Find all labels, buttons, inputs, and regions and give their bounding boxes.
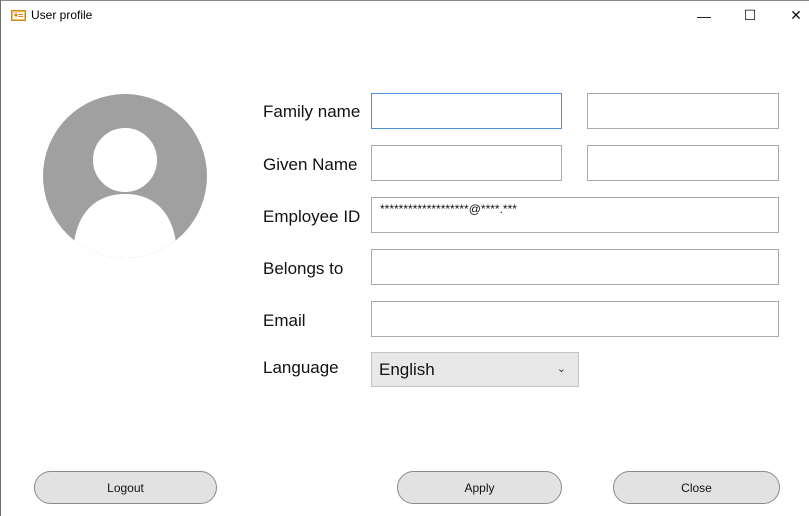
belongs-to-input[interactable] <box>371 249 779 285</box>
family-name-input[interactable] <box>371 93 562 129</box>
minimize-icon: — <box>697 7 711 24</box>
family-name-label: Family name <box>263 102 361 121</box>
language-label: Language <box>263 358 339 377</box>
user-profile-app-icon <box>11 10 26 21</box>
employee-id-field[interactable]: *******************@****.*** <box>371 197 779 233</box>
close-window-button[interactable]: ✕ <box>773 1 809 30</box>
logout-button[interactable]: Logout <box>34 471 217 504</box>
apply-button[interactable]: Apply <box>397 471 562 504</box>
employee-id-value: *******************@****.*** <box>380 202 517 216</box>
given-name-label: Given Name <box>263 155 358 174</box>
user-profile-window: User profile — ☐ ✕ Family name Given Nam… <box>0 0 809 516</box>
close-button[interactable]: Close <box>613 471 780 504</box>
chevron-down-icon: ⌄ <box>556 363 566 375</box>
employee-id-label: Employee ID <box>263 207 361 226</box>
maximize-icon: ☐ <box>743 7 757 23</box>
minimize-button[interactable]: — <box>681 1 727 30</box>
given-name-input[interactable] <box>371 145 562 181</box>
default-user-avatar-icon <box>43 94 207 258</box>
language-select[interactable]: English ⌄ <box>371 352 579 387</box>
maximize-button[interactable]: ☐ <box>727 1 773 30</box>
email-input[interactable] <box>371 301 779 337</box>
belongs-to-label: Belongs to <box>263 259 344 278</box>
language-selected-value: English <box>379 360 435 379</box>
family-name-secondary-input[interactable] <box>587 93 779 129</box>
apply-button-label: Apply <box>464 480 495 495</box>
logout-button-label: Logout <box>107 480 144 495</box>
close-button-label: Close <box>681 480 712 495</box>
email-label: Email <box>263 311 306 330</box>
given-name-secondary-input[interactable] <box>587 145 779 181</box>
title-bar[interactable]: User profile — ☐ ✕ <box>1 1 809 30</box>
window-title: User profile <box>31 8 93 22</box>
close-icon: ✕ <box>790 7 802 23</box>
